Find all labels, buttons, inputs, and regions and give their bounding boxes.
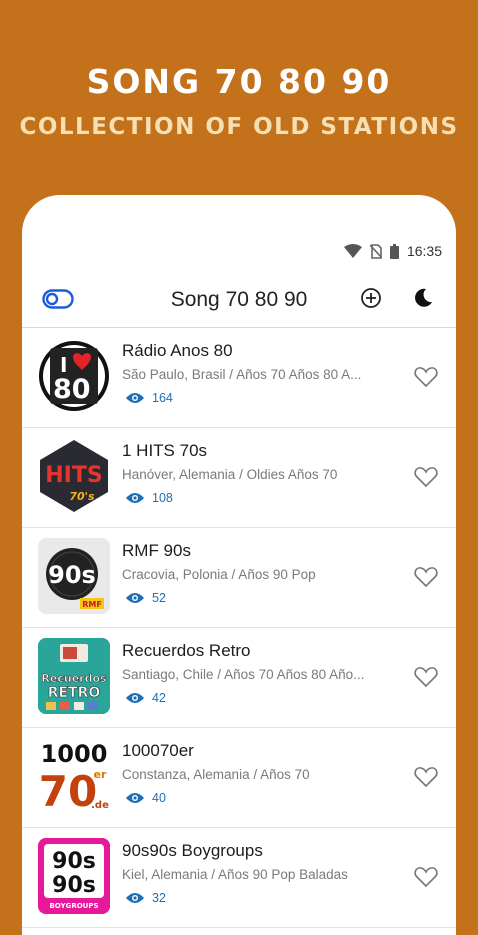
station-row[interactable]: Recuerdos RETRO Recuerdos Retro Santiago… bbox=[22, 628, 456, 728]
favorite-heart-icon[interactable] bbox=[414, 566, 438, 588]
station-description: Constanza, Alemania / Años 70 bbox=[122, 767, 310, 782]
favorite-heart-icon[interactable] bbox=[414, 666, 438, 688]
eye-icon bbox=[126, 693, 144, 703]
view-count: 40 bbox=[126, 791, 166, 805]
favorite-heart-icon[interactable] bbox=[414, 466, 438, 488]
view-count-value: 164 bbox=[152, 391, 173, 405]
app-toolbar: Song 70 80 90 bbox=[22, 275, 456, 328]
view-count-value: 42 bbox=[152, 691, 166, 705]
svg-text:70: 70 bbox=[39, 767, 97, 814]
svg-text:HITS: HITS bbox=[45, 463, 102, 488]
promo-title: SONG 70 80 90 bbox=[86, 62, 392, 101]
view-count-value: 40 bbox=[152, 791, 166, 805]
station-logo: 90s 90s BOYGROUPS bbox=[38, 838, 110, 914]
svg-text:70's: 70's bbox=[69, 490, 95, 503]
station-logo: 90s RMF bbox=[38, 538, 110, 614]
promo-subtitle: COLLECTION OF OLD STATIONS bbox=[19, 114, 459, 140]
view-count-value: 52 bbox=[152, 591, 166, 605]
battery-icon bbox=[389, 243, 399, 259]
no-sim-icon bbox=[369, 243, 382, 259]
station-name: 100070er bbox=[122, 741, 194, 760]
phone-screen: 16:35 Song 70 80 90 I 80 Rádio Anos 80 S… bbox=[22, 195, 456, 935]
svg-text:er: er bbox=[94, 768, 107, 781]
svg-text:BOYGROUPS: BOYGROUPS bbox=[49, 902, 98, 910]
station-description: Cracovia, Polonia / Años 90 Pop bbox=[122, 567, 316, 582]
view-count: 32 bbox=[126, 891, 166, 905]
station-name: 1 HITS 70s bbox=[122, 441, 208, 460]
station-name: Rádio Anos 80 bbox=[122, 341, 233, 360]
station-logo: I 80 bbox=[38, 338, 110, 414]
view-count-value: 108 bbox=[152, 491, 173, 505]
svg-text:Recuerdos: Recuerdos bbox=[41, 672, 107, 685]
eye-icon bbox=[126, 593, 144, 603]
svg-text:90s: 90s bbox=[52, 849, 96, 874]
svg-text:1000: 1000 bbox=[41, 740, 108, 768]
station-row[interactable]: 90s 90s BOYGROUPS 90s90s Boygroups Kiel,… bbox=[22, 828, 456, 928]
favorite-heart-icon[interactable] bbox=[414, 866, 438, 888]
favorite-heart-icon[interactable] bbox=[414, 366, 438, 388]
favorite-heart-icon[interactable] bbox=[414, 766, 438, 788]
svg-text:80: 80 bbox=[53, 374, 91, 405]
svg-text:RETRO: RETRO bbox=[48, 685, 101, 701]
wifi-icon bbox=[343, 244, 362, 258]
station-name: RMF 90s bbox=[122, 541, 191, 560]
view-count: 42 bbox=[126, 691, 166, 705]
eye-icon bbox=[126, 493, 144, 503]
station-logo: 1000 70 er .de bbox=[38, 738, 110, 814]
eye-icon bbox=[126, 893, 144, 903]
svg-text:90s: 90s bbox=[48, 561, 96, 589]
status-time: 16:35 bbox=[406, 243, 442, 259]
svg-text:RMF: RMF bbox=[82, 600, 102, 609]
station-description: Hanóver, Alemania / Oldies Años 70 bbox=[122, 467, 338, 482]
svg-text:.de: .de bbox=[91, 800, 109, 811]
status-bar: 16:35 bbox=[343, 241, 442, 261]
svg-text:90s: 90s bbox=[52, 873, 96, 898]
view-count: 52 bbox=[126, 591, 166, 605]
station-row[interactable]: I 80 Rádio Anos 80 São Paulo, Brasil / A… bbox=[22, 328, 456, 428]
station-name: Recuerdos Retro bbox=[122, 641, 251, 660]
view-count: 164 bbox=[126, 391, 173, 405]
eye-icon bbox=[126, 393, 144, 403]
station-logo: HITS 70's bbox=[38, 438, 110, 514]
station-description: Santiago, Chile / Años 70 Años 80 Año... bbox=[122, 667, 365, 682]
station-row[interactable]: HITS 70's 1 HITS 70s Hanóver, Alemania /… bbox=[22, 428, 456, 528]
view-count: 108 bbox=[126, 491, 173, 505]
add-icon[interactable] bbox=[360, 287, 382, 309]
station-logo: Recuerdos RETRO bbox=[38, 638, 110, 714]
station-row[interactable]: 90s RMF RMF 90s Cracovia, Polonia / Años… bbox=[22, 528, 456, 628]
eye-icon bbox=[126, 793, 144, 803]
moon-icon[interactable] bbox=[412, 287, 434, 309]
station-description: Kiel, Alemania / Años 90 Pop Baladas bbox=[122, 867, 348, 882]
station-row[interactable]: 1000 70 er .de 100070er Constanza, Alema… bbox=[22, 728, 456, 828]
app-title: Song 70 80 90 bbox=[170, 288, 308, 311]
station-list: I 80 Rádio Anos 80 São Paulo, Brasil / A… bbox=[22, 328, 456, 928]
view-count-value: 32 bbox=[152, 891, 166, 905]
station-name: 90s90s Boygroups bbox=[122, 841, 263, 860]
station-description: São Paulo, Brasil / Años 70 Años 80 A... bbox=[122, 367, 362, 382]
